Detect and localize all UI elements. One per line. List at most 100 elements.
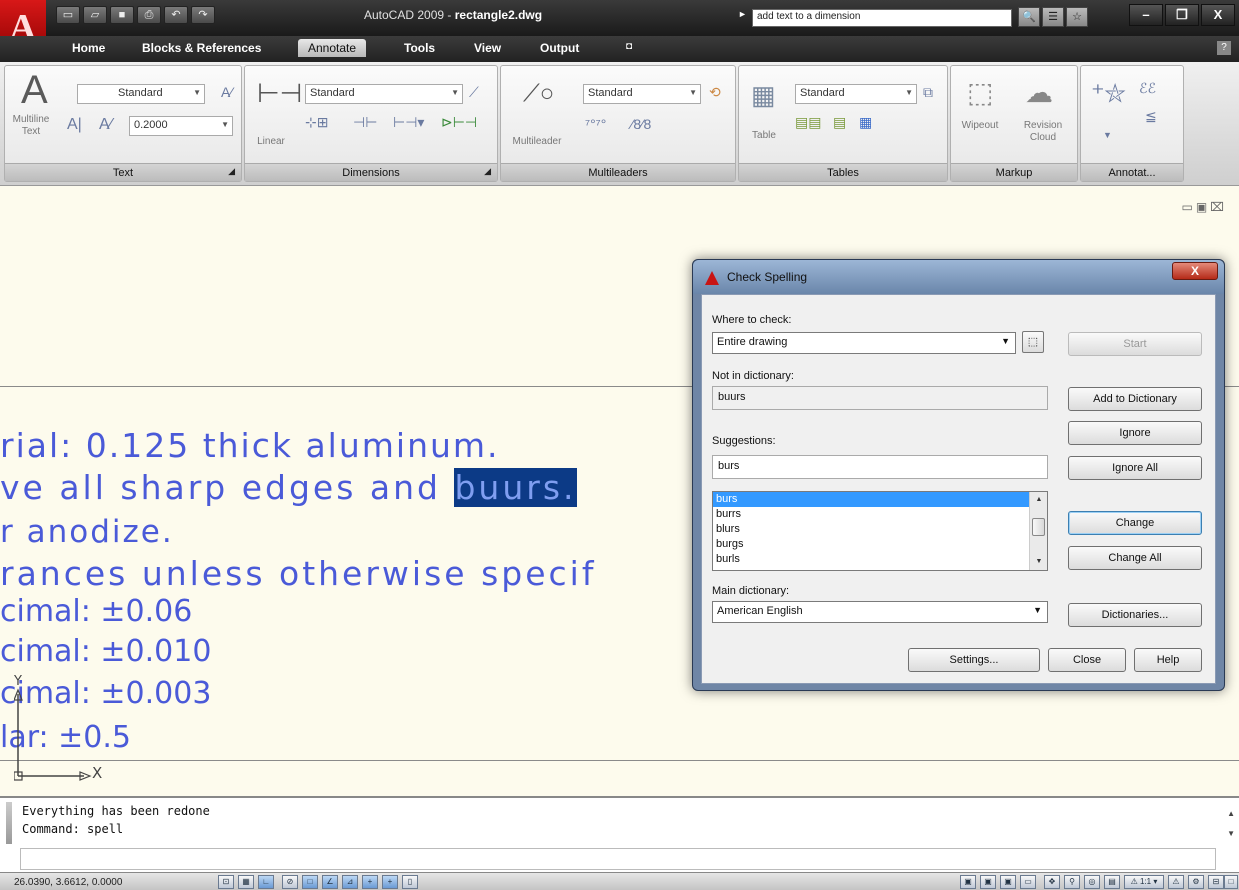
start-button[interactable]: Start	[1068, 332, 1202, 356]
misspelled-word-highlight[interactable]: buurs.	[454, 468, 577, 507]
dim-break-icon[interactable]: ⊢⊣▾	[393, 114, 424, 131]
annotation-visibility-icon[interactable]: ⚠	[1168, 875, 1184, 889]
snap-icon[interactable]: ⊡	[218, 875, 234, 889]
text-panel-launcher-icon[interactable]: ◢	[228, 166, 235, 177]
tab-tools[interactable]: Tools	[404, 41, 435, 55]
ortho-icon[interactable]: ∟	[258, 875, 274, 889]
workspace-icon[interactable]: ⚙	[1188, 875, 1204, 889]
grid-icon[interactable]: ▦	[238, 875, 254, 889]
dimension-style-select[interactable]: Standard ▼	[305, 84, 463, 104]
suggestion-input[interactable]: burs	[712, 455, 1048, 479]
table-button[interactable]: Table	[743, 130, 785, 142]
align-leader-icon[interactable]: ⁄8⁄8	[631, 116, 651, 132]
scroll-down-icon[interactable]: ▼	[1030, 554, 1047, 570]
save-icon[interactable]: ■	[110, 6, 134, 24]
dim-continue-icon[interactable]: ⊹⊞	[305, 114, 328, 131]
ribbon-minimize-icon[interactable]: ◘	[626, 41, 632, 52]
command-line-grip[interactable]	[6, 802, 12, 844]
annotation-scale-select[interactable]: ⚠ 1:1 ▾	[1124, 875, 1164, 889]
undo-icon[interactable]: ↶	[164, 6, 188, 24]
linear-dimension-icon[interactable]: ⊢⊣	[257, 78, 302, 109]
update-data-icon[interactable]: ▦	[859, 114, 872, 131]
select-objects-icon[interactable]: ⬚	[1022, 331, 1044, 353]
restore-icon[interactable]: ❐	[1165, 4, 1199, 26]
suggestions-list[interactable]: burs burrs blurs burgs burls ▲ ▼	[712, 491, 1048, 571]
multileader-style-select[interactable]: Standard ▼	[583, 84, 701, 104]
lineweight-icon[interactable]: +	[382, 875, 398, 889]
close-icon[interactable]: X	[1201, 4, 1235, 26]
text-height-icon[interactable]: A⁄	[99, 116, 112, 134]
lock-icon[interactable]: ⊟	[1208, 875, 1224, 889]
list-item[interactable]: burrs	[713, 507, 1047, 522]
command-input[interactable]	[20, 848, 1216, 870]
quickview-icon[interactable]: ▭	[1020, 875, 1036, 889]
pan-icon[interactable]: ✥	[1044, 875, 1060, 889]
revision-cloud-button[interactable]: Revision Cloud	[1017, 120, 1069, 144]
search-icon[interactable]: 🔍	[1018, 7, 1040, 27]
quick-properties-icon[interactable]: ▯	[402, 875, 418, 889]
communication-center-icon[interactable]: ☰	[1042, 7, 1064, 27]
dyn-icon[interactable]: +	[362, 875, 378, 889]
favorites-star-icon[interactable]: ☆	[1066, 7, 1088, 27]
minimize-icon[interactable]: –	[1129, 4, 1163, 26]
redo-icon[interactable]: ↷	[191, 6, 215, 24]
list-item[interactable]: blurs	[713, 522, 1047, 537]
text-height-select[interactable]: 0.2000 ▼	[129, 116, 233, 136]
list-item[interactable]: burs	[713, 492, 1047, 507]
list-item[interactable]: burls	[713, 552, 1047, 567]
multileader-button[interactable]: Multileader	[505, 136, 569, 148]
model-icon[interactable]: ▣	[960, 875, 976, 889]
osnap-icon[interactable]: □	[302, 875, 318, 889]
ducs-icon[interactable]: ⊿	[342, 875, 358, 889]
add-to-dictionary-button[interactable]: Add to Dictionary	[1068, 387, 1202, 411]
scroll-thumb[interactable]	[1032, 518, 1045, 536]
viewport-controls[interactable]: ▭▣⌧	[1181, 200, 1227, 214]
drawing-text-line[interactable]: ve all sharp edges and buurs.	[0, 468, 577, 507]
tab-home[interactable]: Home	[72, 41, 105, 55]
add-scale-icon[interactable]: ⁺⛥	[1091, 78, 1126, 110]
close-button[interactable]: Close	[1048, 648, 1126, 672]
tab-view[interactable]: View	[474, 41, 501, 55]
showmotion-icon[interactable]: ▤	[1104, 875, 1120, 889]
clean-screen-icon[interactable]: □	[1224, 875, 1238, 889]
main-dictionary-select[interactable]: American English ▼	[712, 601, 1048, 623]
polar-icon[interactable]: ⊘	[282, 875, 298, 889]
tab-blocks-references[interactable]: Blocks & References	[142, 41, 261, 55]
tab-annotate[interactable]: Annotate	[298, 39, 367, 57]
infocenter-search-input[interactable]: add text to a dimension	[752, 9, 1012, 27]
dictionaries-button[interactable]: Dictionaries...	[1068, 603, 1202, 627]
tab-output[interactable]: Output	[540, 41, 579, 55]
new-icon[interactable]: ▭	[56, 6, 80, 24]
settings-button[interactable]: Settings...	[908, 648, 1040, 672]
table-style-icon[interactable]: ⧉	[923, 84, 933, 101]
command-scroll-icon[interactable]: ▲ ▼	[1227, 804, 1235, 844]
dimension-style-icon[interactable]: ⟋	[469, 84, 479, 101]
dim-space-icon[interactable]: ⊳⊢⊣	[441, 114, 477, 131]
linear-dimension-button[interactable]: Linear	[249, 136, 293, 148]
help-button[interactable]: Help	[1134, 648, 1202, 672]
link-data-icon[interactable]: ▤▤	[795, 114, 821, 131]
dim-baseline-icon[interactable]: ⊣⊢	[353, 114, 377, 131]
sync-scale-icon[interactable]: ℰℰ	[1139, 80, 1156, 97]
dialog-title-bar[interactable]: Check Spelling X	[693, 260, 1224, 294]
drawing-text-line[interactable]: cimal: ±0.06	[0, 594, 192, 629]
otrack-icon[interactable]: ∠	[322, 875, 338, 889]
where-to-check-select[interactable]: Entire drawing ▼	[712, 332, 1016, 354]
wipeout-icon[interactable]: ⬚	[967, 76, 993, 109]
layout-icon[interactable]: ▣	[980, 875, 996, 889]
list-item[interactable]: burgs	[713, 537, 1047, 552]
dimensions-panel-launcher-icon[interactable]: ◢	[484, 166, 491, 177]
ignore-all-button[interactable]: Ignore All	[1068, 456, 1202, 480]
revision-cloud-icon[interactable]: ☁	[1025, 76, 1053, 109]
drawing-text-line[interactable]: rial: 0.125 thick aluminum.	[0, 426, 500, 465]
add-leader-icon[interactable]: ⁷°⁷°	[585, 116, 606, 132]
ignore-button[interactable]: Ignore	[1068, 421, 1202, 445]
drawing-text-line[interactable]: cimal: ±0.010	[0, 634, 211, 669]
wipeout-button[interactable]: Wipeout	[955, 120, 1005, 132]
drawing-text-line[interactable]: rances unless otherwise specif	[0, 554, 596, 593]
open-icon[interactable]: ▱	[83, 6, 107, 24]
change-button[interactable]: Change	[1068, 511, 1202, 535]
multileader-style-icon[interactable]: ⟲	[709, 84, 721, 101]
change-all-button[interactable]: Change All	[1068, 546, 1202, 570]
table-style-select[interactable]: Standard ▼	[795, 84, 917, 104]
